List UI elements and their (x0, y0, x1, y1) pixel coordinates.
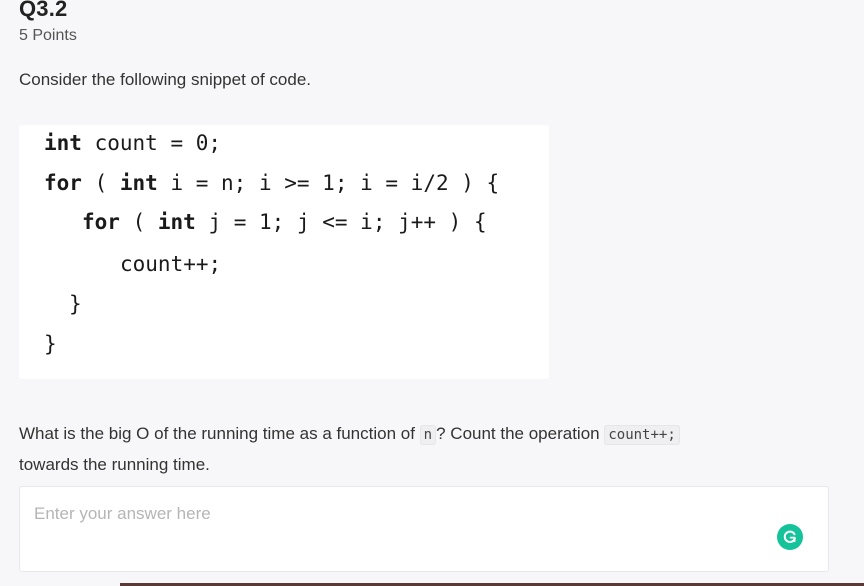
code-text: ( (119, 210, 158, 234)
code-line: for ( int j = 1; j <= i; j++ ) { (82, 210, 487, 234)
code-line: count++; (120, 252, 222, 276)
inline-code-count: count++; (604, 425, 680, 445)
prompt-text: towards the running time. (19, 455, 210, 474)
inline-code-n: n (419, 425, 437, 445)
code-keyword: int (119, 171, 158, 195)
code-text: i = n; i >= 1; i = i/2 ) { (157, 171, 500, 195)
code-text: j = 1; j <= i; j++ ) { (195, 210, 487, 234)
code-keyword: for (44, 171, 82, 195)
code-line: for ( int i = n; i >= 1; i = i/2 ) { (44, 171, 499, 195)
code-keyword: int (44, 131, 82, 155)
code-line: } (44, 332, 57, 356)
code-keyword: int (157, 210, 196, 234)
question-title: Q3.2 (19, 0, 68, 21)
question-prompt: What is the big O of the running time as… (19, 419, 819, 480)
code-line: } (69, 292, 82, 316)
code-block: int count = 0; for ( int i = n; i >= 1; … (19, 125, 549, 379)
code-keyword: for (82, 210, 120, 234)
answer-box (19, 486, 829, 572)
answer-input[interactable] (20, 487, 828, 571)
code-text: ( (81, 171, 120, 195)
code-line: int count = 0; (44, 131, 221, 155)
prompt-text: What is the big O of the running time as… (19, 424, 420, 443)
grammarly-icon[interactable] (777, 524, 803, 550)
prompt-text: ? Count the operation (436, 424, 605, 443)
code-text: count = 0; (81, 131, 222, 155)
question-points: 5 Points (19, 27, 77, 44)
question-intro: Consider the following snippet of code. (19, 70, 312, 89)
